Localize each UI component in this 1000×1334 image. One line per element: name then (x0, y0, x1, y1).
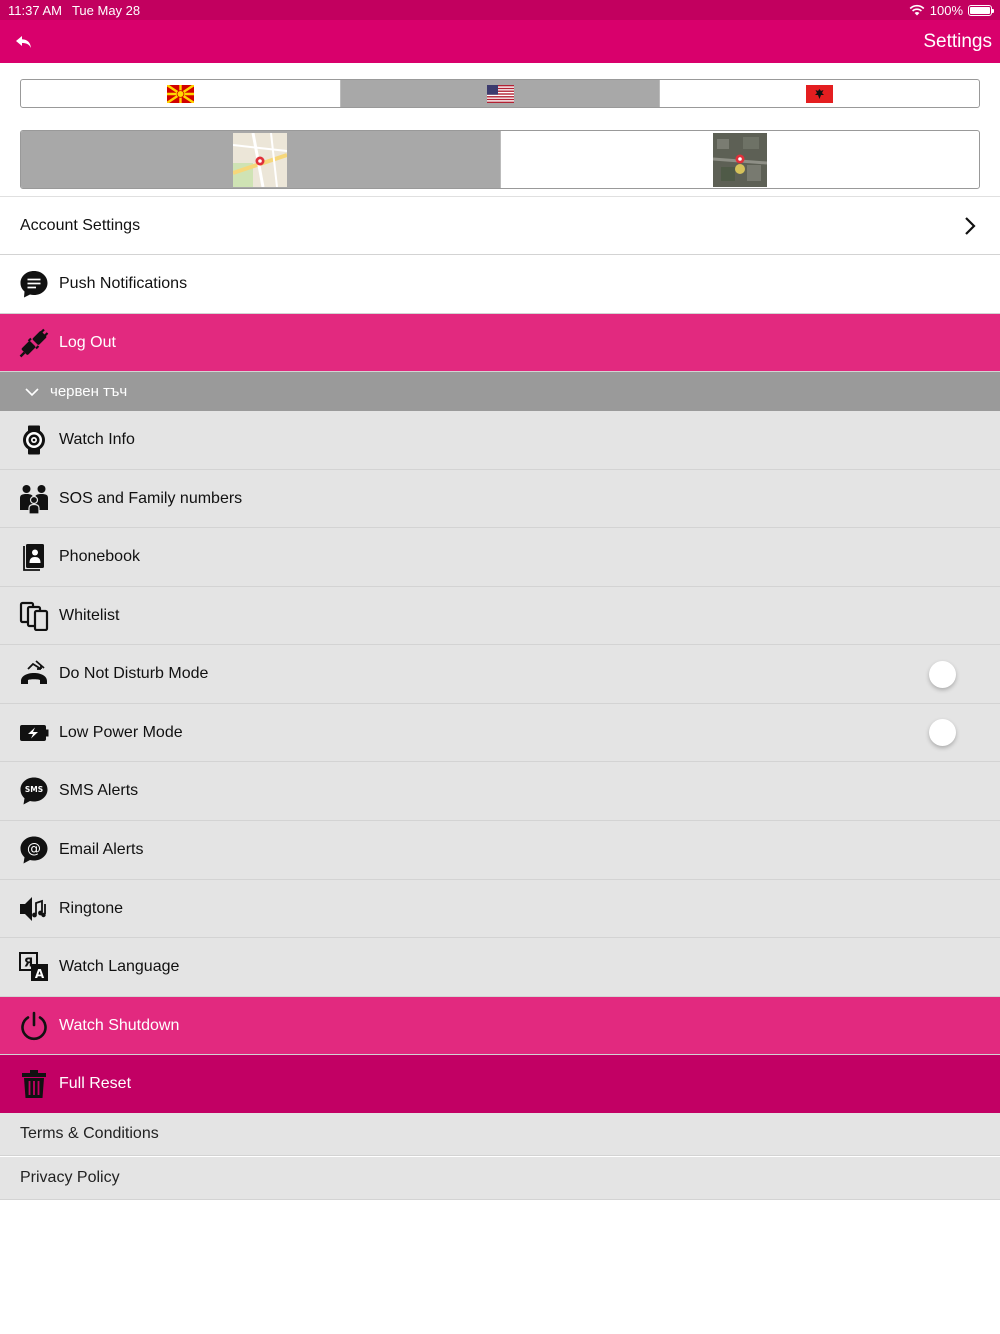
account-settings-row[interactable]: Account Settings (0, 196, 1000, 255)
push-notifications-icon (19, 269, 49, 299)
svg-text:SMS: SMS (25, 785, 43, 794)
unplug-icon (19, 328, 49, 358)
whitelist-label: Whitelist (59, 606, 120, 624)
terms-conditions-label: Terms & Conditions (20, 1125, 159, 1142)
terms-conditions-link[interactable]: Terms & Conditions (0, 1113, 1000, 1156)
full-reset-label: Full Reset (59, 1075, 132, 1092)
svg-text:@: @ (27, 841, 41, 857)
do-not-disturb-icon (19, 659, 49, 689)
battery-percent: 100% (929, 2, 963, 18)
whitelist-row[interactable]: Whitelist (0, 587, 1000, 645)
privacy-policy-label: Privacy Policy (20, 1169, 120, 1186)
do-not-disturb-row: Do Not Disturb Mode (0, 645, 1000, 704)
chevron-right-icon (965, 216, 976, 235)
watch-language-label: Watch Language (59, 958, 180, 975)
email-icon: @ (19, 835, 49, 865)
email-alerts-label: Email Alerts (59, 841, 144, 858)
watch-info-row[interactable]: Watch Info (0, 411, 1000, 470)
street-map-icon (233, 132, 288, 187)
low-power-mode-toggle[interactable] (927, 717, 978, 748)
power-icon (19, 1011, 49, 1041)
battery-icon (968, 4, 994, 16)
usa-flag-icon (486, 84, 514, 103)
low-power-icon (19, 718, 49, 748)
push-notifications-row[interactable]: Push Notifications (0, 255, 1000, 314)
do-not-disturb-label: Do Not Disturb Mode (59, 665, 209, 682)
log-out-row[interactable]: Log Out (0, 314, 1000, 372)
page-title: Settings (923, 30, 992, 52)
language-option-albanian[interactable] (660, 80, 979, 107)
status-time: 11:37 AM (8, 2, 62, 18)
nav-bar: Settings (0, 20, 1000, 63)
albania-flag-icon (806, 84, 834, 103)
phonebook-icon (19, 542, 49, 572)
family-icon (19, 484, 49, 514)
ringtone-row[interactable]: Ringtone (0, 880, 1000, 938)
full-reset-row[interactable]: Full Reset (0, 1055, 1000, 1113)
email-alerts-row[interactable]: @ Email Alerts (0, 821, 1000, 880)
ringtone-icon (19, 894, 49, 924)
watch-shutdown-row[interactable]: Watch Shutdown (0, 997, 1000, 1055)
map-option-satellite[interactable] (501, 131, 980, 188)
map-option-street[interactable] (21, 131, 501, 188)
privacy-policy-link[interactable]: Privacy Policy (0, 1157, 1000, 1200)
sms-icon: SMS (19, 776, 49, 806)
language-option-macedonian[interactable] (21, 80, 341, 107)
phonebook-row[interactable]: Phonebook (0, 528, 1000, 587)
ringtone-label: Ringtone (59, 899, 124, 917)
watch-language-row[interactable]: ЯA Watch Language (0, 938, 1000, 997)
low-power-mode-row: Low Power Mode (0, 704, 1000, 762)
status-date: Tue May 28 (71, 2, 141, 18)
whitelist-icon (19, 601, 49, 631)
low-power-mode-label: Low Power Mode (59, 723, 183, 741)
macedonia-flag-icon (166, 84, 194, 103)
back-arrow-icon[interactable] (14, 32, 34, 52)
language-selector (20, 79, 980, 108)
device-name: червен тъч (50, 383, 128, 400)
log-out-label: Log Out (59, 333, 116, 351)
device-group-header[interactable]: червен тъч (0, 372, 1000, 411)
watch-info-label: Watch Info (59, 431, 135, 448)
phonebook-label: Phonebook (59, 548, 140, 565)
status-bar: 11:37 AM Tue May 28 100% (0, 0, 1000, 20)
do-not-disturb-toggle[interactable] (927, 658, 978, 690)
language-option-english[interactable] (340, 80, 661, 107)
sms-alerts-label: SMS Alerts (59, 782, 139, 799)
svg-text:A: A (35, 967, 45, 981)
watch-shutdown-label: Watch Shutdown (59, 1016, 180, 1034)
chevron-down-icon (24, 387, 40, 397)
sos-family-numbers-label: SOS and Family numbers (59, 489, 243, 507)
language-icon: ЯA (19, 952, 49, 982)
map-type-selector (20, 130, 980, 189)
push-notifications-label: Push Notifications (59, 275, 188, 292)
wifi-icon (909, 4, 925, 16)
sos-family-numbers-row[interactable]: SOS and Family numbers (0, 470, 1000, 528)
sms-alerts-row[interactable]: SMS SMS Alerts (0, 762, 1000, 821)
watch-icon (19, 425, 49, 455)
satellite-map-icon (712, 132, 767, 187)
trash-icon (19, 1069, 49, 1099)
account-settings-label: Account Settings (20, 216, 141, 234)
